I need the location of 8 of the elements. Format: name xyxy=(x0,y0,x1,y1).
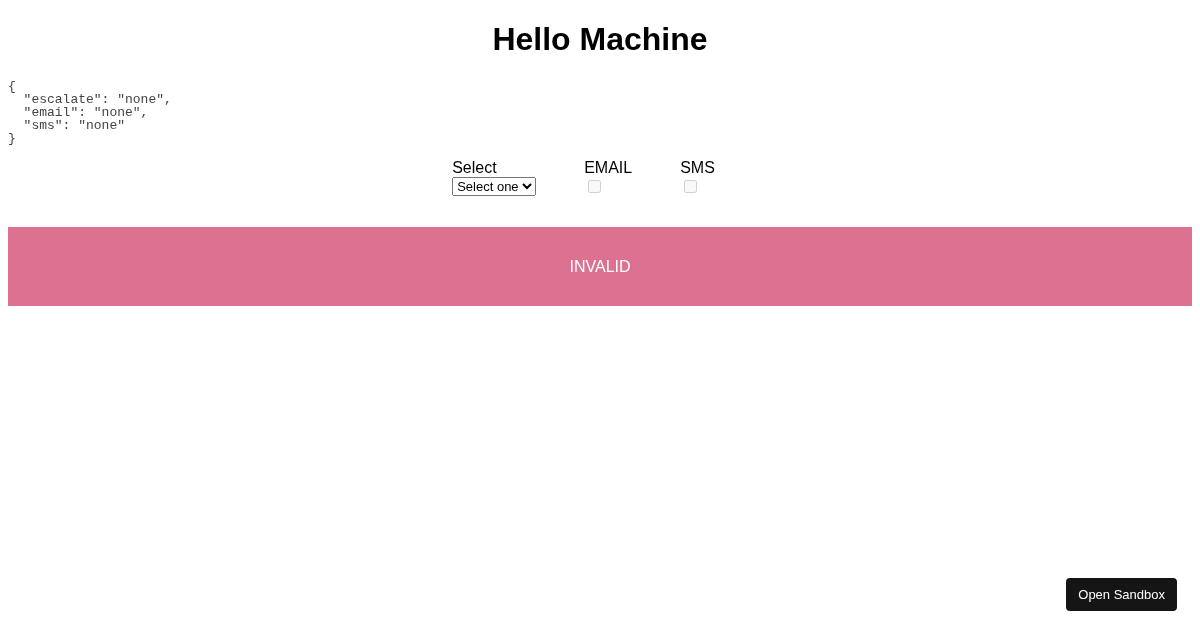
checkbox-label: SMS xyxy=(680,158,715,177)
checkbox-label: EMAIL xyxy=(584,158,633,177)
select-dropdown[interactable]: Select one xyxy=(452,177,537,196)
open-sandbox-button[interactable]: Open Sandbox xyxy=(1066,578,1177,611)
select-label: Select xyxy=(452,158,497,177)
page-title: Hello Machine xyxy=(491,21,709,58)
json-preview: { "escalate": "none", "email": "none", "sms": "none" } xyxy=(8,80,172,145)
status-text: INVALID xyxy=(569,257,631,276)
